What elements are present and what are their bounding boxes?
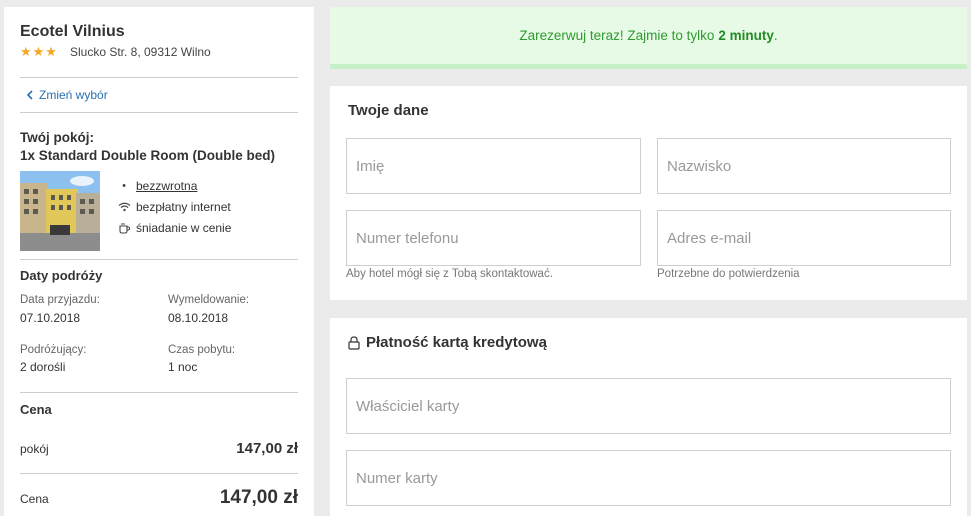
card-number-field[interactable]: Numer karty [346,450,951,506]
stay-length-value: 1 noc [168,360,198,374]
bullet-icon: • [122,179,126,192]
change-selection-label: Zmień wybór [39,88,108,102]
divider [20,77,298,78]
email-placeholder: Adres e-mail [667,229,752,247]
first-name-field[interactable]: Imię [346,138,641,194]
hotel-address: Slucko Str. 8, 09312 Wilno [69,45,211,59]
room-features: • bezzwrotna bezpłatny internet śniadani… [116,175,231,238]
total-price-label: Cena [20,492,49,506]
personal-data-card: Twoje dane Imię Nazwisko Numer telefonu … [330,86,967,300]
first-name-placeholder: Imię [356,157,385,175]
room-price-label: pokój [20,442,49,456]
personal-data-title: Twoje dane [348,102,429,119]
feature-label: bezzwrotna [136,178,198,193]
last-name-field[interactable]: Nazwisko [657,138,951,194]
phone-placeholder: Numer telefonu [356,229,459,247]
card-owner-placeholder: Właściciel karty [356,397,460,415]
wifi-icon [116,202,132,212]
room-title-label: Twój pokój: [20,130,94,145]
payment-title: Płatność kartą kredytową [348,334,547,351]
room-price-value: 147,00 zł [236,440,298,457]
lock-icon [348,335,360,350]
room-title: Twój pokój: 1x Standard Double Room (Dou… [20,129,275,165]
card-owner-field[interactable]: Właściciel karty [346,378,951,434]
email-field[interactable]: Adres e-mail [657,210,951,266]
phone-hint: Aby hotel mógł się z Tobą skontaktować. [346,268,553,280]
room-photo [20,171,100,251]
guests-label: Podróżujący: [20,344,87,356]
checkin-label: Data przyjazdu: [20,294,100,306]
hotel-rating-row: ★★★ Slucko Str. 8, 09312 Wilno [20,44,211,60]
feature-free-internet: bezpłatny internet [116,196,231,217]
guests-value: 2 dorośli [20,360,66,374]
booking-summary-panel: Ecotel Vilnius ★★★ Slucko Str. 8, 09312 … [4,7,314,516]
total-price-value: 147,00 zł [219,487,298,508]
coffee-cup-icon [116,222,132,234]
banner-suffix: . [773,28,778,43]
feature-breakfast: śniadanie w cenie [116,217,231,238]
stay-length-label: Czas pobytu: [168,344,236,356]
divider [20,259,298,260]
card-number-placeholder: Numer karty [356,469,438,487]
payment-card: Płatność kartą kredytową Właściciel kart… [330,318,967,516]
hotel-name: Ecotel Vilnius [20,23,125,40]
divider [20,112,298,113]
email-hint: Potrzebne do potwierdzenia [657,268,800,280]
star-rating-icon: ★★★ [20,44,58,59]
payment-title-label: Płatność kartą kredytową [366,334,547,351]
last-name-placeholder: Nazwisko [667,157,732,175]
feature-label: śniadanie w cenie [136,220,232,235]
phone-field[interactable]: Numer telefonu [346,210,641,266]
feature-nonrefundable[interactable]: • bezzwrotna [116,175,231,196]
price-title: Cena [20,402,52,417]
checkout-label: Wymeldowanie: [168,294,250,306]
checkout-value: 08.10.2018 [168,311,229,325]
checkin-value: 07.10.2018 [20,311,81,325]
divider [20,392,298,393]
chevron-left-icon [26,90,33,100]
banner-text: Zarezerwuj teraz! Zajmie to tylko [519,28,715,43]
booking-time-banner: Zarezerwuj teraz! Zajmie to tylko 2 minu… [330,7,967,69]
room-type: 1x Standard Double Room (Double bed) [20,148,276,163]
travel-dates-title: Daty podróży [20,268,103,283]
feature-label: bezpłatny internet [136,199,231,214]
change-selection-link[interactable]: Zmień wybór [26,88,108,102]
banner-highlight: 2 minuty [718,28,774,43]
divider [20,473,298,474]
